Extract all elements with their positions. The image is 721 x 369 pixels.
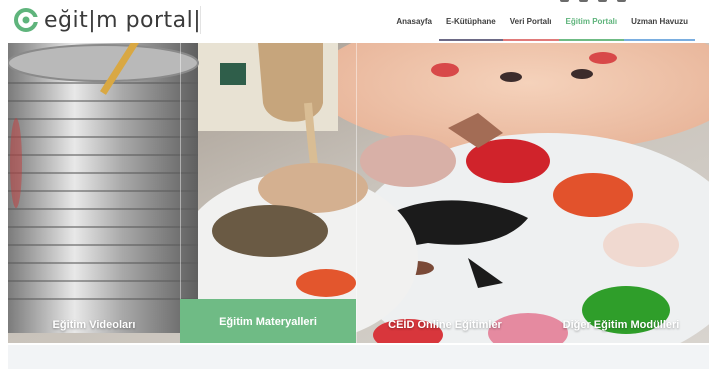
hero-panel-label: Eğitim Materyalleri — [219, 316, 317, 328]
nav-underline — [438, 39, 503, 41]
nav-label: Uzman Havuzu — [631, 16, 688, 26]
hero-banner: Eğitim Videoları Eğitim Materyalleri CEİ… — [8, 43, 709, 343]
nav-underline — [624, 39, 695, 41]
logo-mark-icon — [14, 8, 38, 32]
nav-label: E-Kütüphane — [445, 16, 496, 26]
hero-panel-label: CEİD Online Eğitimler — [388, 319, 502, 331]
hero-panel-egitim-materyalleri[interactable]: Eğitim Materyalleri — [180, 43, 356, 343]
nav-item-e-kutuphane[interactable]: E-Kütüphane — [438, 0, 503, 42]
site-header: eğit|m portal| Anasayfa E-Kütüphane Veri… — [0, 0, 721, 42]
content-band — [8, 345, 709, 369]
nav-label: Eğitim Portalı — [565, 16, 618, 26]
hero-panel-label: Diğer Eğitim Modülleri — [562, 319, 680, 331]
nav-item-veri-portali[interactable]: Veri Portalı — [502, 0, 559, 42]
header-divider — [200, 6, 201, 34]
nav-label: Veri Portalı — [509, 16, 552, 26]
nav-underline — [389, 39, 439, 41]
nav-underline — [502, 39, 559, 41]
main-nav: Anasayfa E-Kütüphane Veri Portalı Eğitim… — [389, 0, 695, 42]
nav-item-anasayfa[interactable]: Anasayfa — [389, 0, 439, 42]
hero-panel-egitim-videolari[interactable]: Eğitim Videoları — [8, 43, 180, 343]
hero-panel-label: Eğitim Videoları — [52, 319, 136, 331]
nav-label: Anasayfa — [396, 16, 432, 26]
hero-panel-diger-egitim-modulleri[interactable]: Diğer Eğitim Modülleri — [533, 43, 709, 343]
logo-text: eğit|m portal| — [44, 7, 202, 33]
nav-item-egitim-portali[interactable]: Eğitim Portalı — [558, 0, 625, 42]
nav-item-uzman-havuzu[interactable]: Uzman Havuzu — [624, 0, 695, 42]
site-logo[interactable]: eğit|m portal| — [14, 5, 201, 35]
nav-underline — [558, 39, 625, 41]
hero-panel-ceid-online-egitimler[interactable]: CEİD Online Eğitimler — [357, 43, 533, 343]
